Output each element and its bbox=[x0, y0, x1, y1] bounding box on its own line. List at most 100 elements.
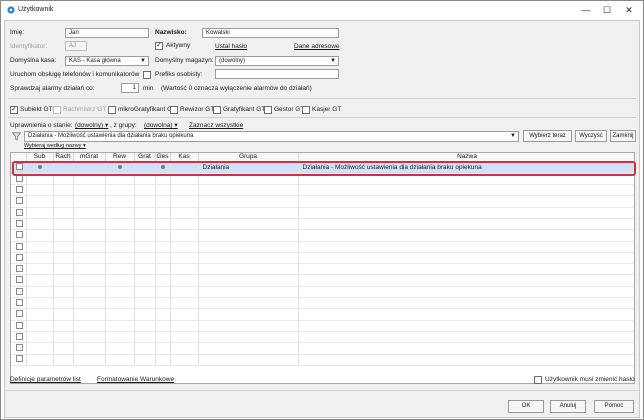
wyczysc-button[interactable]: Wyczyść bbox=[575, 130, 607, 142]
grid-cell[interactable] bbox=[73, 274, 106, 287]
grid-cell[interactable] bbox=[105, 354, 135, 366]
grid-cell[interactable] bbox=[53, 173, 74, 186]
grid-cell[interactable] bbox=[26, 274, 54, 287]
grid-cell[interactable] bbox=[198, 195, 299, 208]
grid-cell[interactable] bbox=[198, 218, 299, 231]
module-checkbox-kasjer[interactable] bbox=[302, 106, 310, 114]
row-checkbox[interactable] bbox=[15, 276, 23, 284]
grid-cell[interactable] bbox=[134, 229, 156, 242]
row-checkbox[interactable] bbox=[15, 332, 23, 340]
grid-cell[interactable] bbox=[26, 252, 54, 265]
grid-cell[interactable] bbox=[155, 342, 171, 355]
grid-cell[interactable] bbox=[298, 252, 634, 265]
col-header-mgrat[interactable]: mGrat bbox=[73, 153, 106, 163]
row-check-cell[interactable] bbox=[11, 263, 27, 276]
grid-cell[interactable] bbox=[26, 263, 54, 276]
row-checkbox[interactable] bbox=[15, 310, 23, 318]
grid-cell[interactable] bbox=[73, 263, 106, 276]
grid-cell[interactable] bbox=[198, 252, 299, 265]
grid-cell[interactable] bbox=[198, 320, 299, 332]
row-checkbox[interactable] bbox=[15, 298, 23, 306]
grid-cell[interactable] bbox=[170, 241, 199, 253]
grid-cell[interactable] bbox=[155, 218, 171, 231]
grid-cell[interactable] bbox=[26, 331, 54, 344]
grid-cell[interactable] bbox=[155, 263, 171, 276]
grid-cell[interactable] bbox=[170, 229, 199, 242]
grid-cell[interactable] bbox=[53, 297, 74, 310]
grid-cell[interactable] bbox=[134, 207, 156, 219]
grid-cell[interactable] bbox=[105, 252, 135, 265]
zaznacz-wszystkie-link[interactable]: Zaznacz wszystkie bbox=[189, 121, 243, 131]
grid-cell[interactable] bbox=[26, 207, 54, 219]
table-row[interactable] bbox=[11, 241, 634, 253]
row-check-cell[interactable] bbox=[11, 162, 27, 174]
grid-cell[interactable] bbox=[26, 320, 54, 332]
row-check-cell[interactable] bbox=[11, 308, 27, 321]
grid-cell[interactable] bbox=[105, 274, 135, 287]
grid-cell[interactable] bbox=[73, 308, 106, 321]
grid-cell[interactable] bbox=[53, 229, 74, 242]
grid-cell[interactable] bbox=[155, 297, 171, 310]
grid-cell[interactable] bbox=[73, 195, 106, 208]
grid-cell[interactable] bbox=[105, 331, 135, 344]
grid-cell[interactable] bbox=[105, 218, 135, 231]
minimize-button[interactable]: — bbox=[579, 4, 593, 16]
row-check-cell[interactable] bbox=[11, 241, 27, 253]
grid-cell[interactable] bbox=[155, 229, 171, 242]
grid-cell[interactable] bbox=[26, 342, 54, 355]
module-checkbox-rewizor[interactable] bbox=[170, 106, 178, 114]
grid-cell[interactable] bbox=[105, 320, 135, 332]
grid-cell[interactable] bbox=[73, 229, 106, 242]
table-row[interactable] bbox=[11, 173, 634, 186]
grid-cell[interactable] bbox=[170, 286, 199, 299]
grid-cell[interactable] bbox=[53, 320, 74, 332]
grid-cell[interactable] bbox=[170, 308, 199, 321]
table-row[interactable] bbox=[11, 354, 634, 366]
zamknij-button[interactable]: Zamknij bbox=[610, 130, 636, 142]
row-check-cell[interactable] bbox=[11, 184, 27, 197]
grid-cell[interactable] bbox=[134, 297, 156, 310]
grid-cell[interactable] bbox=[198, 342, 299, 355]
grid-cell[interactable] bbox=[198, 207, 299, 219]
row-checkbox[interactable] bbox=[15, 197, 23, 205]
grid-cell[interactable] bbox=[134, 286, 156, 299]
row-checkbox[interactable] bbox=[15, 242, 23, 250]
row-check-cell[interactable] bbox=[11, 195, 27, 208]
kasa-select[interactable]: KAS - Kasa główna ▼ bbox=[65, 56, 149, 66]
grid-cell[interactable] bbox=[26, 286, 54, 299]
grid-cell[interactable] bbox=[298, 308, 634, 321]
grid-cell[interactable] bbox=[26, 308, 54, 321]
row-checkbox[interactable] bbox=[15, 208, 23, 216]
grid-cell[interactable] bbox=[53, 263, 74, 276]
cell-ges[interactable] bbox=[155, 162, 171, 174]
grid-cell[interactable] bbox=[53, 195, 74, 208]
table-row[interactable] bbox=[11, 252, 634, 265]
grid-cell[interactable] bbox=[53, 207, 74, 219]
grid-cell[interactable] bbox=[134, 354, 156, 366]
grid-cell[interactable] bbox=[198, 229, 299, 242]
grid-cell[interactable] bbox=[73, 173, 106, 186]
grid-cell[interactable] bbox=[298, 195, 634, 208]
grid-cell[interactable] bbox=[134, 320, 156, 332]
pomoc-button[interactable]: Pomoc bbox=[594, 400, 634, 413]
cell-nazwa[interactable]: Działania - Możliwość ustawienia dla dzi… bbox=[298, 162, 634, 174]
grid-cell[interactable] bbox=[170, 297, 199, 310]
grid-cell[interactable] bbox=[73, 218, 106, 231]
grid-cell[interactable] bbox=[155, 274, 171, 287]
table-row[interactable]: Działania Działania - Możliwość ustawien… bbox=[11, 162, 634, 174]
row-checkbox[interactable] bbox=[15, 265, 23, 273]
row-check-cell[interactable] bbox=[11, 354, 27, 366]
grid-cell[interactable] bbox=[155, 184, 171, 197]
grid-cell[interactable] bbox=[134, 173, 156, 186]
grid-cell[interactable] bbox=[198, 331, 299, 344]
grid-cell[interactable] bbox=[105, 308, 135, 321]
row-check-cell[interactable] bbox=[11, 229, 27, 242]
row-checkbox[interactable] bbox=[15, 321, 23, 329]
grid-cell[interactable] bbox=[26, 173, 54, 186]
dane-adresowe-link[interactable]: Dane adresowe bbox=[294, 42, 340, 52]
grid-cell[interactable] bbox=[298, 184, 634, 197]
grid-cell[interactable] bbox=[155, 320, 171, 332]
grid-cell[interactable] bbox=[198, 173, 299, 186]
grid-cell[interactable] bbox=[134, 241, 156, 253]
grid-cell[interactable] bbox=[73, 184, 106, 197]
